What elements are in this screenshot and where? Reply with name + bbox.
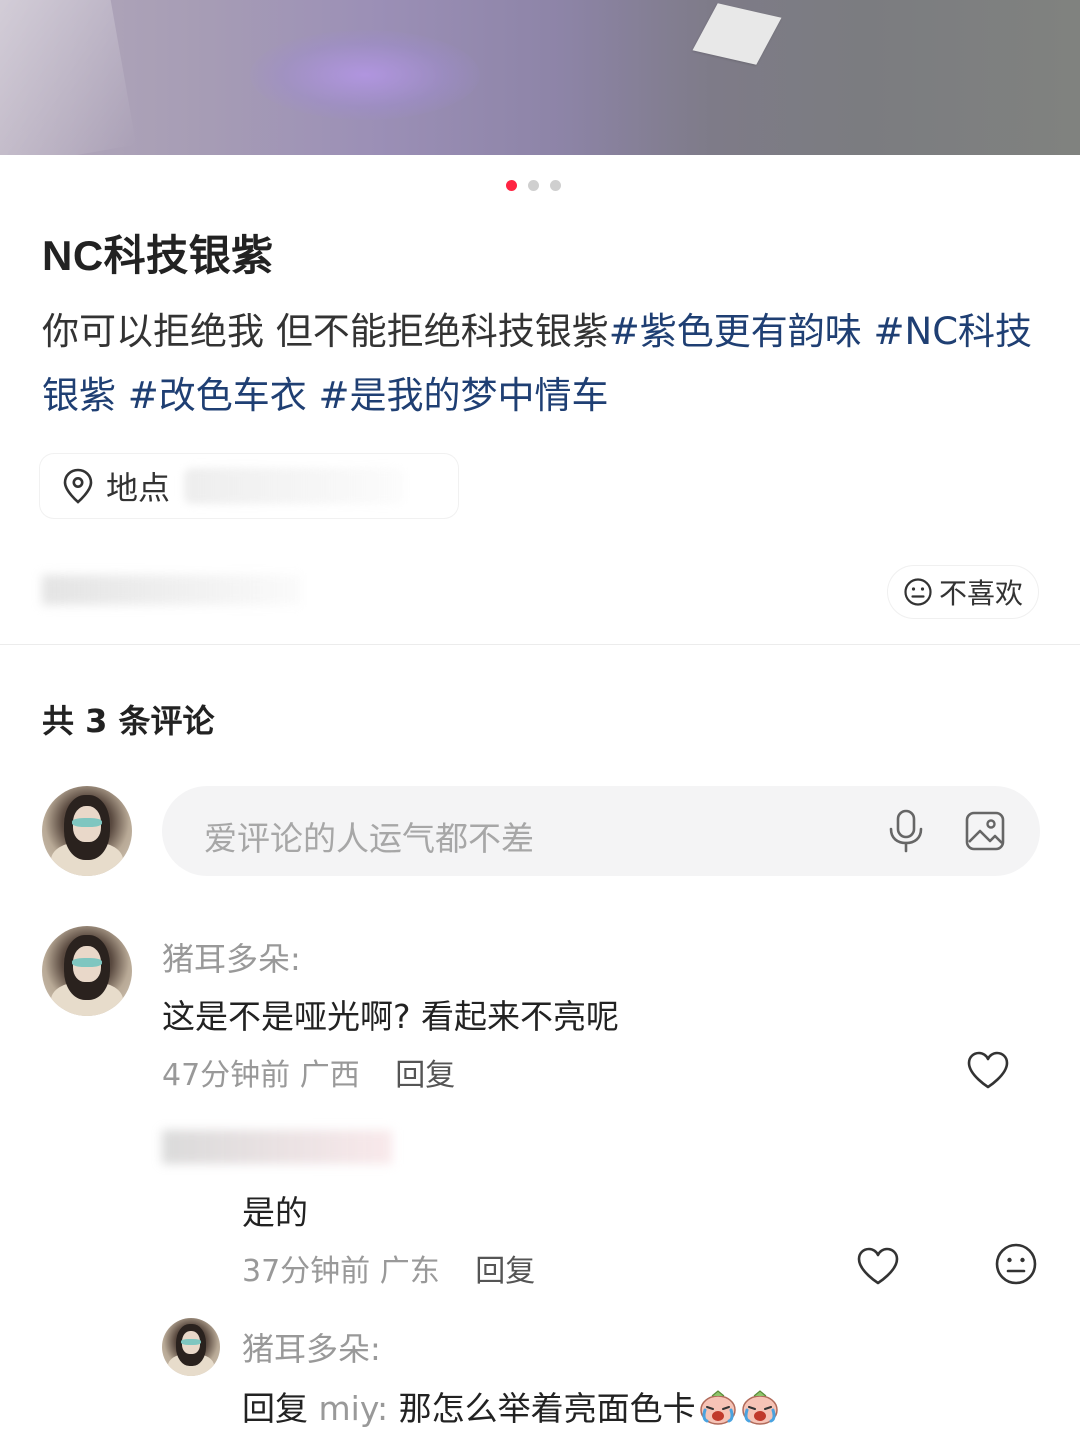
hashtag[interactable]: #紫色更有韵味 bbox=[609, 310, 862, 353]
carousel-dot[interactable] bbox=[528, 180, 539, 191]
post-body: 你可以拒绝我 但不能拒绝科技银紫#紫色更有韵味 #NC科技银紫 #改色车衣 #是… bbox=[42, 300, 1042, 428]
post-body-text: 你可以拒绝我 但不能拒绝科技银紫 bbox=[42, 310, 609, 353]
reply-button[interactable]: 回复 bbox=[395, 1058, 455, 1093]
location-chip[interactable]: 地点 bbox=[40, 454, 458, 518]
carousel-dot-active[interactable] bbox=[506, 180, 517, 191]
heart-icon[interactable] bbox=[966, 1050, 1010, 1090]
comment-username[interactable]: 猪耳多朵: bbox=[162, 934, 301, 980]
image-icon[interactable] bbox=[964, 810, 1006, 852]
reply-to-user[interactable]: miy: bbox=[319, 1389, 389, 1428]
comment-input-placeholder: 爱评论的人运气都不差 bbox=[204, 819, 534, 858]
section-divider bbox=[0, 644, 1080, 645]
reply-text: 是的 bbox=[242, 1193, 308, 1232]
neutral-face-icon[interactable] bbox=[994, 1242, 1038, 1286]
comment-text: 这是不是哑光啊? 看起来不亮呢 bbox=[162, 997, 620, 1036]
dislike-button[interactable]: 不喜欢 bbox=[888, 566, 1038, 618]
crying-emoji-icon bbox=[741, 1390, 778, 1425]
comment-time-location: 47分钟前 广西 bbox=[162, 1058, 360, 1093]
post-title: NC科技银紫 bbox=[42, 232, 274, 279]
neutral-face-icon bbox=[904, 578, 932, 606]
reply-text: 回复 miy: 那怎么举着亮面色卡 bbox=[242, 1382, 780, 1430]
reply-button[interactable]: 回复 bbox=[475, 1254, 535, 1289]
location-label: 地点 bbox=[106, 469, 171, 507]
location-value-redacted bbox=[184, 468, 405, 504]
crying-emoji-icon bbox=[699, 1390, 736, 1425]
comment-avatar[interactable] bbox=[42, 926, 132, 1016]
reply-username[interactable]: 猪耳多朵: bbox=[242, 1324, 381, 1370]
comment-meta: 47分钟前 广西 回复 bbox=[162, 1050, 455, 1094]
image-purple-glow bbox=[250, 30, 480, 120]
reply-time-location: 37分钟前 广东 bbox=[242, 1254, 440, 1289]
dislike-label: 不喜欢 bbox=[938, 577, 1023, 610]
carousel-indicator bbox=[506, 180, 561, 191]
hashtag[interactable]: #改色车衣 bbox=[128, 374, 307, 417]
reply-meta: 37分钟前 广东 回复 bbox=[242, 1246, 535, 1290]
post-meta-redacted bbox=[42, 575, 302, 605]
hashtag[interactable]: #是我的梦中情车 bbox=[319, 374, 609, 417]
current-user-avatar[interactable] bbox=[42, 786, 132, 876]
image-tape bbox=[692, 3, 782, 65]
reply-username-redacted bbox=[162, 1130, 392, 1164]
post-image[interactable] bbox=[0, 0, 1080, 155]
reply-avatar[interactable] bbox=[162, 1318, 220, 1376]
microphone-icon[interactable] bbox=[886, 808, 926, 854]
reply-body: 那怎么举着亮面色卡 bbox=[398, 1389, 696, 1428]
carousel-dot[interactable] bbox=[550, 180, 561, 191]
image-sheen bbox=[0, 0, 137, 155]
location-pin-icon bbox=[63, 468, 93, 504]
comment-count: 共 3 条评论 bbox=[42, 702, 215, 740]
heart-icon[interactable] bbox=[856, 1246, 900, 1286]
reply-prefix: 回复 bbox=[242, 1389, 308, 1428]
